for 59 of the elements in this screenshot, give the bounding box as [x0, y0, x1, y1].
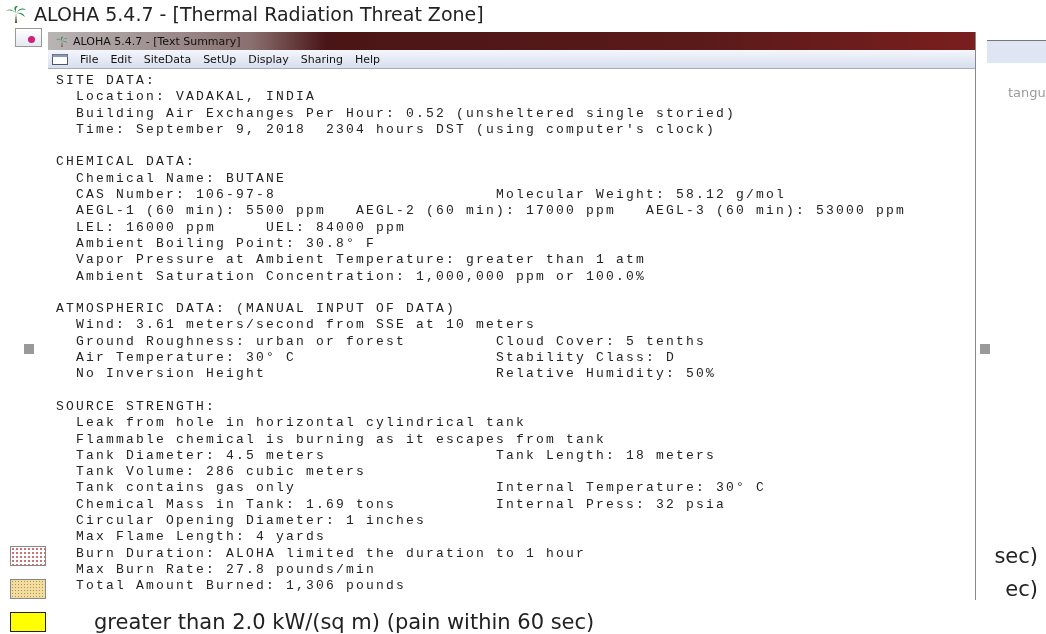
splitter-handle[interactable]: [980, 344, 990, 354]
menu-item[interactable]: File: [80, 52, 99, 66]
summary-line: Wind: 3.61 meters/second from SSE at 10 meters: [75, 317, 537, 334]
summary-line: Internal Press: 32 psia: [496, 496, 727, 513]
summary-line: Chemical Name: BUTANE: [75, 170, 288, 188]
legend-swatch: [10, 546, 46, 566]
summary-line: Ambient Boiling Point: 30.8° F: [75, 235, 378, 253]
summary-line: AEGL-1 (60 min): 5500 ppm AEGL-2 (60 min): 17000 ppm AEGL-3 (60 min): 53000 ppm: [75, 203, 907, 220]
summary-line: Burn Duration: ALOHA limited the duration to 1 hour: [75, 545, 587, 562]
legend-text: ec): [1005, 577, 1038, 601]
legend-swatch: [10, 579, 46, 599]
toolbar-button[interactable]: [15, 28, 42, 47]
summary-line: Cloud Cover: 5 tenths: [496, 333, 707, 351]
summary-line: Air Temperature: 30° C: [75, 350, 298, 367]
section-heading: SITE DATA:: [56, 73, 156, 90]
menu-item[interactable]: Help: [355, 52, 381, 66]
window-icon[interactable]: [52, 53, 68, 65]
summary-line: Max Burn Rate: 27.8 pounds/min: [75, 561, 378, 579]
summary-line: CAS Number: 106-97-8: [75, 187, 278, 204]
window-title: ALOHA 5.4.7 - [Thermal Radiation Threat Zone]: [34, 3, 484, 25]
summary-line: Relative Humidity: 50%: [496, 366, 717, 383]
summary-line: Molecular Weight: 58.12 g/mol: [496, 187, 787, 204]
summary-line: No Inversion Height: [75, 366, 268, 383]
splitter-handle[interactable]: [24, 344, 34, 354]
summary-line: Tank Length: 18 meters: [496, 447, 717, 465]
section-heading: CHEMICAL DATA:: [56, 154, 197, 171]
summary-line: Time: September 9, 2018 2304 hours DST (using computer's clock): [75, 121, 717, 139]
summary-line: Building Air Exchanges Per Hour: 0.52 (unsheltered single storied): [75, 105, 737, 122]
legend-swatch: [10, 612, 46, 632]
summary-line: Ambient Saturation Concentration: 1,000,000 ppm or 100.0%: [75, 268, 647, 285]
menu-item[interactable]: Sharing: [300, 52, 343, 66]
palm-tree-icon: [56, 35, 68, 47]
summary-line: Circular Opening Diameter: 1 inches: [75, 513, 428, 530]
summary-line: Ground Roughness: urban or forest: [75, 333, 408, 351]
summary-line: Total Amount Burned: 1,306 pounds: [75, 578, 408, 595]
summary-line: Tank Volume: 286 cubic meters: [75, 464, 368, 481]
summary-line: Stability Class: D: [496, 350, 677, 367]
summary-line: Internal Temperature: 30° C: [496, 480, 767, 497]
side-text: tangu: [1008, 85, 1046, 100]
summary-line: Flammable chemical is burning as it escapes from tank: [75, 431, 607, 448]
menu-item[interactable]: SetUp: [203, 52, 237, 66]
summary-line: Location: VADAKAL, INDIA: [75, 89, 318, 106]
summary-line: Max Flame Length: 4 yards: [75, 529, 328, 546]
menu-bar: [987, 40, 1046, 63]
summary-line: Vapor Pressure at Ambient Temperature: greater than 1 atm: [75, 252, 647, 269]
section-heading: SOURCE STRENGTH:: [56, 398, 217, 416]
legend-text: sec): [994, 544, 1038, 568]
palm-tree-icon: [6, 5, 26, 23]
window-title: ALOHA 5.4.7 - [Text Summary]: [73, 34, 241, 48]
menu-item[interactable]: Display: [248, 52, 289, 66]
section-heading: ATMOSPHERIC DATA: (MANUAL INPUT OF DATA): [56, 301, 457, 318]
summary-line: Tank contains gas only: [75, 480, 298, 497]
summary-line: LEL: 16000 ppm UEL: 84000 ppm: [75, 219, 408, 236]
legend-text: greater than 2.0 kW/(sq m) (pain within 60 sec): [94, 610, 595, 634]
summary-line: Leak from hole in horizontal cylindrical tank: [75, 415, 527, 432]
menu-item[interactable]: SiteData: [143, 52, 192, 66]
summary-line: Chemical Mass in Tank: 1.69 tons: [75, 496, 398, 513]
summary-line: Tank Diameter: 4.5 meters: [75, 447, 328, 465]
menu-item[interactable]: Edit: [110, 52, 132, 66]
